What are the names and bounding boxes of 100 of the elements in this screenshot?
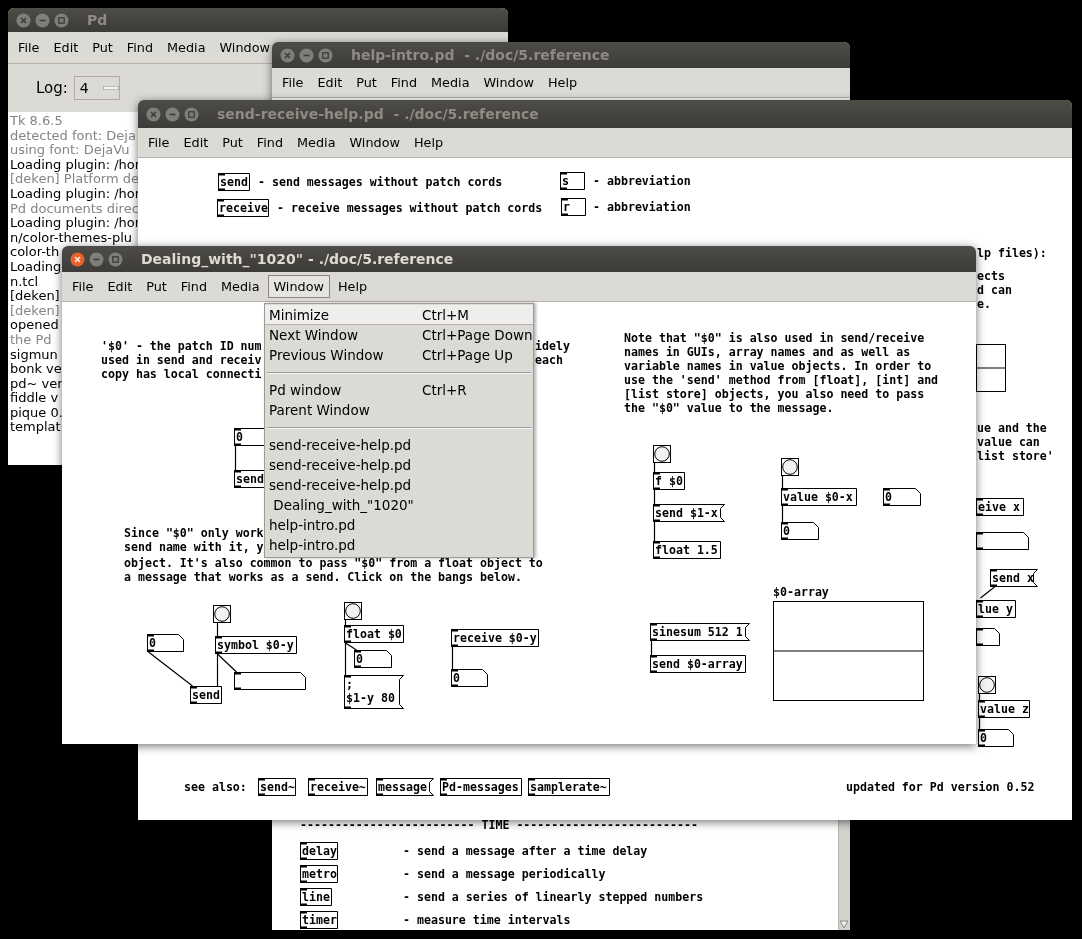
- comment-text: object. It's also common to pass "$0" from a float object to a message that works as a send. Click on the bangs below.: [124, 556, 543, 584]
- object-box: float $0: [344, 625, 404, 643]
- object-box: lue y: [976, 600, 1016, 618]
- maximize-icon[interactable]: [184, 106, 199, 122]
- console-line: pique 0.: [10, 405, 63, 421]
- console-line: detected font: Deja: [10, 128, 136, 144]
- number-box[interactable]: 0: [451, 669, 488, 687]
- scrollbar[interactable]: [838, 820, 850, 930]
- menu-item[interactable]: Find: [174, 275, 214, 298]
- bang-button[interactable]: [653, 445, 671, 463]
- window-title: Dealing_with_"1020" - ./doc/5.reference: [141, 251, 454, 267]
- menu-item[interactable]: File: [66, 275, 100, 298]
- menu-item[interactable]: Media: [161, 36, 212, 59]
- maximize-icon[interactable]: [108, 251, 123, 267]
- comment-text: - send messages without patch cords: [258, 175, 503, 189]
- menu-item[interactable]: Media: [291, 131, 342, 154]
- symbol-box[interactable]: [976, 532, 1029, 550]
- menu-item[interactable]: Previous Window Ctrl+Page Up: [265, 345, 533, 365]
- minimize-icon[interactable]: [299, 47, 314, 63]
- minimize-icon[interactable]: [165, 106, 180, 122]
- number-box[interactable]: 0: [781, 522, 819, 540]
- number-box[interactable]: 0: [978, 729, 1014, 747]
- menu-item[interactable]: Edit: [177, 131, 215, 154]
- menu-item[interactable]: Help: [407, 131, 450, 154]
- menu-item[interactable]: help-intro.pd: [265, 535, 533, 555]
- menu-item[interactable]: Window: [213, 36, 276, 59]
- patch-cord: [978, 693, 981, 701]
- shortcut-text: Ctrl+R: [422, 381, 467, 398]
- menu-item[interactable]: Window: [477, 71, 540, 94]
- menu-item[interactable]: help-intro.pd: [265, 515, 533, 535]
- message-box[interactable]: send x: [990, 569, 1038, 587]
- patch-cord: [147, 651, 194, 687]
- object-box: delay: [300, 842, 338, 860]
- log-level-select[interactable]: 4: [73, 76, 120, 100]
- menu-item-label: Previous Window: [269, 346, 385, 363]
- symbol-box[interactable]: [234, 672, 306, 690]
- console-line: [deken] Platform de: [10, 172, 140, 187]
- down-arrow-icon[interactable]: [839, 919, 849, 929]
- number-box[interactable]: 0: [354, 650, 392, 668]
- menu-item[interactable]: Help: [541, 71, 584, 94]
- bang-button[interactable]: [978, 676, 996, 694]
- menu-item[interactable]: Media: [215, 275, 266, 298]
- message-box[interactable]: sinesum 512 1: [650, 623, 750, 641]
- object-box: symbol $0-y: [215, 636, 297, 654]
- message-box[interactable]: message: [376, 778, 434, 796]
- array-graph: $0-array: [773, 585, 924, 701]
- comment-text: see also:: [184, 780, 247, 794]
- menu-item[interactable]: File: [12, 36, 46, 59]
- close-icon[interactable]: [70, 251, 85, 267]
- console-line: Loading plugin: /hor: [10, 216, 141, 231]
- message-box[interactable]: send $1-x: [653, 504, 725, 522]
- menu-item[interactable]: File: [142, 131, 176, 154]
- patch-cord: [653, 521, 656, 542]
- menu-item[interactable]: Edit: [101, 275, 139, 298]
- menu-item[interactable]: Pd window Ctrl+R: [265, 380, 533, 400]
- object-box: value z: [978, 700, 1030, 718]
- object-box: receive $0-y: [451, 629, 539, 647]
- menu-item[interactable]: Put: [216, 131, 249, 154]
- object-box: s: [560, 172, 585, 190]
- number-box[interactable]: 0: [883, 488, 921, 506]
- menu-item[interactable]: Find: [120, 36, 160, 59]
- shortcut-text: Ctrl+M: [422, 306, 469, 323]
- menu-item[interactable]: Parent Window: [265, 400, 533, 420]
- object-box: line: [300, 888, 332, 906]
- menu-item[interactable]: Edit: [47, 36, 85, 59]
- number-box[interactable]: 0: [147, 634, 184, 652]
- menu-item[interactable]: Minimize Ctrl+M: [265, 305, 533, 325]
- object-box: value $0-x: [781, 488, 857, 506]
- message-box[interactable]: ; $1-y 80: [344, 675, 404, 709]
- menu-item[interactable]: Window: [267, 275, 330, 298]
- maximize-icon[interactable]: [318, 47, 333, 63]
- console-line: Loading: [10, 259, 62, 275]
- menu-item[interactable]: Media: [425, 71, 476, 94]
- menu-item[interactable]: Window: [343, 131, 406, 154]
- menu-item[interactable]: Put: [140, 275, 173, 298]
- menu-item[interactable]: Help: [331, 275, 374, 298]
- menu-item[interactable]: Find: [384, 71, 424, 94]
- comment-text: Note that "$0" is also used in send/receive names in GUIs, array names and as well as variable names in value objects. In order to use the 'send' method from [float], [int] and [list store] objects, you also need to pass the "$0" value to the message.: [624, 331, 939, 415]
- menu-item[interactable]: Put: [86, 36, 119, 59]
- object-box: Pd-messages: [440, 778, 522, 796]
- bang-button[interactable]: [213, 605, 231, 623]
- menu-item-label: Dealing_with_"1020": [272, 496, 415, 513]
- console-line: n.tcl: [10, 274, 39, 290]
- menu-item[interactable]: Put: [350, 71, 383, 94]
- menu-item[interactable]: Next Window Ctrl+Page Down: [265, 325, 533, 345]
- object-box: receive~: [308, 778, 368, 796]
- menu-item[interactable]: Dealing_with_"1020": [265, 495, 533, 515]
- menu-item[interactable]: File: [276, 71, 310, 94]
- console-line: color-th: [10, 245, 60, 260]
- menu-item[interactable]: Edit: [311, 71, 349, 94]
- maximize-icon[interactable]: [54, 12, 69, 28]
- patch-cord: [344, 618, 347, 626]
- menu-item-label: Next Window: [269, 326, 359, 343]
- minimize-icon[interactable]: [35, 12, 50, 28]
- console-line: the Pd: [10, 332, 52, 348]
- bang-button[interactable]: [344, 602, 362, 620]
- bang-button[interactable]: [781, 458, 799, 476]
- symbol-box[interactable]: [976, 628, 1000, 646]
- menu-item[interactable]: Find: [250, 131, 290, 154]
- comment-text: '$0' - the patch ID num used in send and receiv copy has local connecti: [101, 339, 262, 381]
